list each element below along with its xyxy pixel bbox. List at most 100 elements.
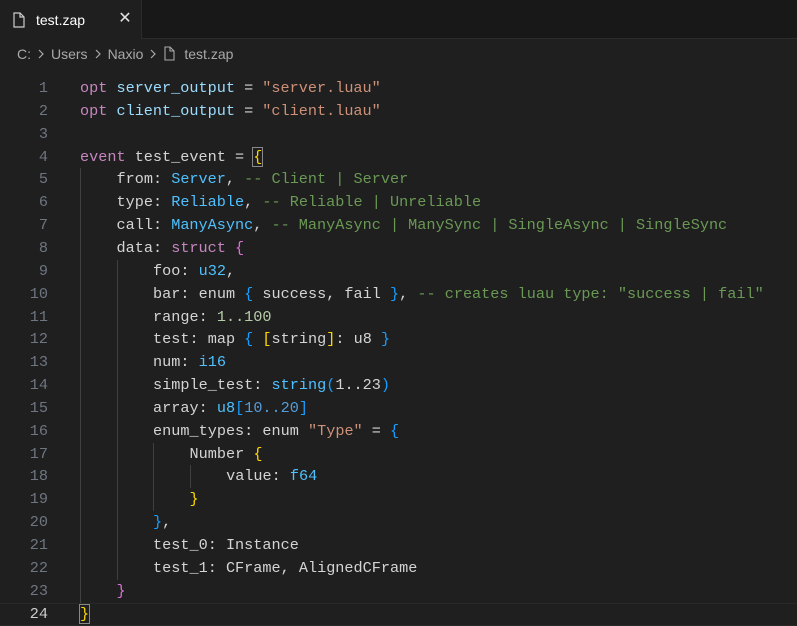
code-token: ManyAsync: [171, 216, 254, 235]
code-line[interactable]: 21 test_0: Instance: [0, 534, 797, 557]
code-token: bar: enum: [153, 284, 245, 303]
indent-guide: [116, 442, 118, 466]
code-line[interactable]: 10 bar: enum { success, fail }, -- create…: [0, 282, 797, 306]
line-number: 10: [29, 284, 48, 303]
code-token: opt: [80, 79, 108, 97]
code-line[interactable]: 22 test_1: CFrame, AlignedCFrame: [0, 556, 797, 580]
code-token: test_0: Instance: [153, 536, 299, 554]
breadcrumb-naxio[interactable]: Naxio: [108, 46, 144, 62]
close-tab-icon[interactable]: ✕: [116, 8, 134, 28]
code-token: =: [234, 101, 263, 120]
tab-test-zap[interactable]: test.zap ✕: [0, 0, 142, 39]
breadcrumb-drive[interactable]: C:: [17, 46, 31, 62]
code-line[interactable]: 2 opt client_output = "client.luau": [0, 100, 797, 123]
indent-guide: [116, 556, 118, 580]
code-token: ]: [298, 398, 309, 417]
code-line[interactable]: 17 Number {: [0, 442, 797, 466]
code-token: Server: [171, 170, 226, 189]
indent-guide: [80, 282, 81, 306]
code-line[interactable]: 20},: [0, 511, 797, 535]
line-number: 11: [29, 307, 48, 326]
code-text: from: Server, -- Client | Server: [117, 168, 409, 191]
code-token: [: [262, 330, 272, 349]
code-text: type: Reliable, -- Reliable | Unreliable: [117, 191, 482, 214]
line-number: 20: [29, 513, 48, 532]
code-token: opt: [80, 101, 108, 120]
line-number: 12: [29, 330, 48, 349]
code-token: =: [234, 79, 263, 97]
code-text: value: f64: [226, 465, 317, 488]
code-line[interactable]: 15 array: u8[10..20]: [0, 396, 797, 420]
indent-guide: [153, 442, 155, 466]
code-line[interactable]: 18 value: f64: [0, 465, 797, 489]
code-token: success, fail: [253, 284, 391, 303]
code-token: {: [235, 238, 245, 257]
code-token: ): [380, 376, 391, 395]
code-token: ,: [225, 170, 245, 189]
code-token: 1..100: [216, 307, 272, 326]
code-line[interactable]: 8 data: struct {: [0, 236, 797, 260]
indent-guide: [80, 396, 81, 420]
indent-guide: [80, 442, 81, 466]
code-line[interactable]: 3: [0, 123, 797, 146]
code-token: test: map: [153, 330, 245, 349]
code-line[interactable]: 12 test: map { [string]: u8 }: [0, 328, 797, 352]
code-token: ,: [162, 513, 172, 532]
code-editor[interactable]: 1 opt server_output = "server.luau" 2 opt c…: [0, 68, 797, 626]
indent-guide: [116, 396, 118, 420]
code-token: (: [326, 376, 336, 395]
indent-guide: [116, 351, 118, 375]
code-line[interactable]: 11 range: 1..100: [0, 305, 797, 329]
code-token: enum_types: enum: [153, 421, 308, 440]
line-number: 8: [38, 238, 48, 257]
code-line[interactable]: 7 call: ManyAsync, -- ManyAsync | ManySyn…: [0, 214, 797, 238]
code-token: data:: [116, 238, 172, 257]
line-number: 16: [29, 421, 48, 440]
code-token: -- Reliable | Unreliable: [262, 193, 482, 212]
line-number: 24: [29, 604, 48, 623]
indent-guide: [116, 419, 118, 443]
code-line[interactable]: 16 enum_types: enum "Type" = {: [0, 419, 797, 443]
code-token: from:: [116, 170, 172, 189]
indent-guide: [80, 191, 81, 215]
code-line[interactable]: 9 foo: u32,: [0, 259, 797, 283]
code-line[interactable]: 13 num: i16: [0, 351, 797, 375]
code-token: string: [271, 330, 327, 349]
code-token: [: [235, 398, 245, 417]
line-number: 2: [38, 101, 48, 120]
chevron-right-icon: [150, 49, 157, 58]
code-text: opt client_output = "client.luau": [80, 100, 381, 123]
code-token: i16: [198, 353, 226, 372]
code-line[interactable]: 5 from: Server, -- Client | Server: [0, 168, 797, 192]
code-text: foo: u32,: [153, 260, 235, 283]
code-token: }: [153, 513, 163, 532]
breadcrumb-users[interactable]: Users: [51, 46, 88, 62]
code-text: range: 1..100: [153, 306, 272, 329]
code-token: }: [390, 284, 400, 303]
code-token: -- creates luau type: "success | fail": [417, 284, 764, 303]
line-number: 14: [29, 376, 48, 395]
code-text: array: u8[10..20]: [153, 397, 308, 420]
code-token: 1..23: [335, 376, 381, 395]
indent-guide: [80, 351, 81, 375]
code-token: server_output: [116, 79, 235, 97]
code-line[interactable]: 23}: [0, 579, 797, 603]
indent-guide: [189, 465, 191, 489]
indent-guide: [80, 328, 81, 352]
code-token: ,: [244, 193, 263, 212]
indent-guide: [80, 488, 81, 512]
code-line[interactable]: 4 event test_event = {: [0, 146, 797, 169]
code-line[interactable]: 1 opt server_output = "server.luau": [0, 77, 797, 100]
code-line[interactable]: 24}: [0, 602, 797, 626]
indent-guide: [116, 534, 118, 557]
code-text: data: struct {: [117, 237, 245, 260]
code-line[interactable]: 6 type: Reliable, -- Reliable | Unreliabl…: [0, 191, 797, 215]
line-number: 4: [38, 147, 48, 166]
indent-guide: [80, 259, 81, 283]
indent-guide: [116, 328, 118, 352]
code-token: =: [362, 421, 391, 440]
breadcrumb-file[interactable]: test.zap: [184, 46, 233, 62]
code-line[interactable]: 19}: [0, 488, 797, 512]
code-line[interactable]: 14 simple_test: string(1..23): [0, 374, 797, 398]
